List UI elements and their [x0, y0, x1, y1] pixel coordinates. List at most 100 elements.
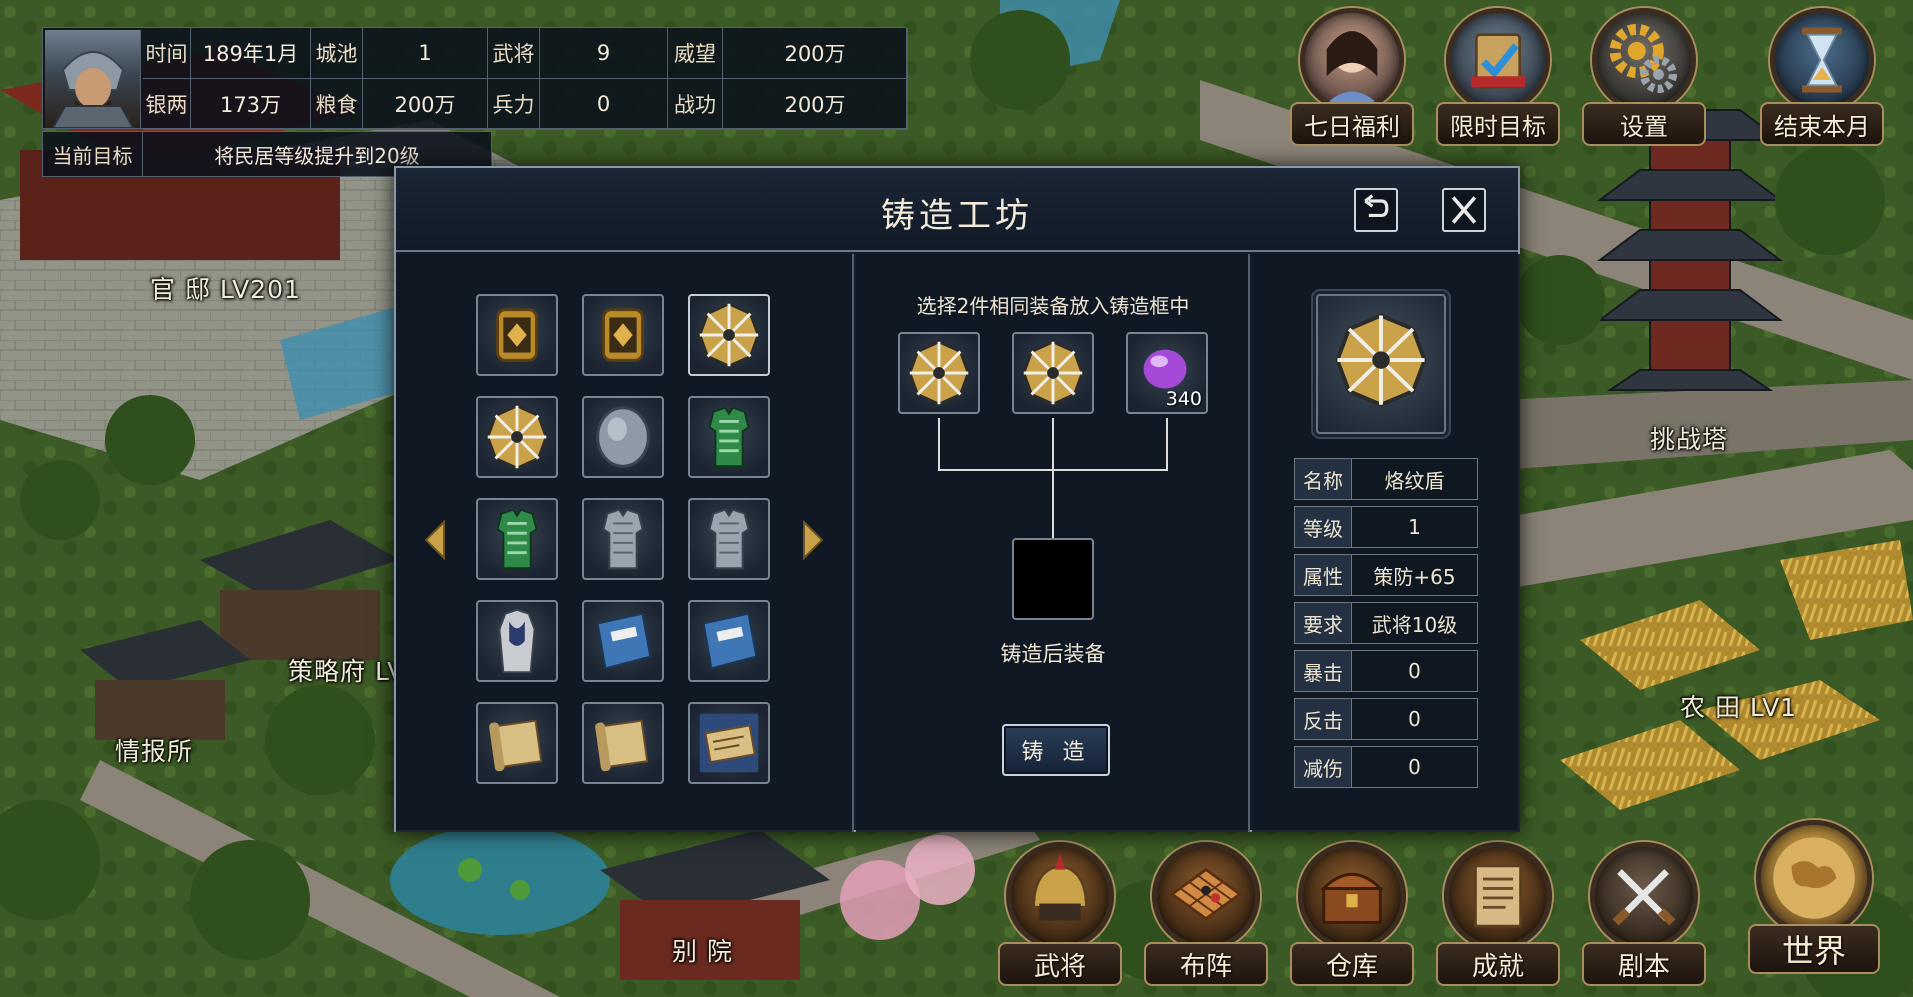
stat-label: 时间	[143, 28, 191, 79]
attribute-row: 要求 武将10级	[1294, 602, 1478, 644]
round-shield-icon	[596, 406, 650, 468]
stat-value: 200万	[363, 79, 488, 130]
inventory-slot-shield-selected[interactable]	[688, 294, 770, 376]
attribute-key: 名称	[1294, 458, 1352, 500]
forge-result-label: 铸造后装备	[1000, 642, 1106, 666]
inventory-slot-robe[interactable]	[476, 600, 558, 682]
inventory-slot-round-shield[interactable]	[582, 396, 664, 478]
attribute-key: 属性	[1294, 554, 1352, 596]
attribute-value: 0	[1352, 698, 1478, 740]
scenario-button[interactable]: 剧本	[1582, 842, 1706, 986]
scroll-icon	[489, 719, 543, 772]
octagon-shield-icon	[486, 404, 548, 470]
attribute-key: 减伤	[1294, 746, 1352, 788]
achievements-label: 成就	[1436, 942, 1560, 986]
attribute-key: 要求	[1294, 602, 1352, 644]
resource-status-panel: 时间 189年1月 城池 1 武将 9 威望 200万 银两 173万 粮食 200万 兵力 0 战功 200…	[42, 27, 908, 130]
stat-label: 银两	[143, 79, 191, 130]
gold-token-icon	[602, 308, 644, 362]
inventory-slot-iron-armor[interactable]	[582, 498, 664, 580]
forge-hint-text: 选择2件相同装备放入铸造框中	[916, 294, 1190, 318]
settings-button[interactable]: 设置	[1582, 8, 1706, 148]
formation-button[interactable]: 布阵	[1144, 842, 1268, 986]
inventory-slot-iron-armor[interactable]	[688, 498, 770, 580]
stat-label: 威望	[668, 28, 723, 79]
forge-input-slot-1[interactable]	[898, 332, 980, 414]
attribute-value: 武将10级	[1352, 602, 1478, 644]
inventory-slot-book[interactable]	[582, 600, 664, 682]
world-button[interactable]: 世界	[1748, 820, 1880, 974]
dialog-title: 铸造工坊	[881, 196, 1033, 236]
robe-icon	[498, 608, 536, 674]
octagon-shield-icon	[908, 340, 970, 406]
next-page-arrow-icon[interactable]	[800, 518, 826, 562]
selected-equipment-preview	[1316, 294, 1446, 434]
inventory-slot-token[interactable]	[582, 294, 664, 376]
stat-value: 200万	[723, 79, 908, 130]
stat-label: 战功	[668, 79, 723, 130]
map-label-bieyuan[interactable]: 别 院	[672, 932, 733, 968]
inventory-slot-scroll[interactable]	[476, 702, 558, 784]
attribute-value: 0	[1352, 650, 1478, 692]
previous-page-arrow-icon[interactable]	[422, 518, 448, 562]
close-button[interactable]	[1442, 188, 1486, 232]
green-armor-icon	[496, 508, 538, 570]
scroll-icon	[1444, 842, 1552, 950]
world-label: 世界	[1748, 924, 1880, 974]
world-map-icon	[1756, 820, 1872, 936]
inventory-slot-book[interactable]	[688, 600, 770, 682]
end-month-button[interactable]: 结束本月	[1760, 8, 1884, 148]
map-label-guandi[interactable]: 官 邸 LV201	[150, 270, 301, 306]
map-label-qingbaosuo[interactable]: 情报所	[115, 732, 193, 768]
achievements-button[interactable]: 成就	[1436, 842, 1560, 986]
forge-workshop-dialog: 铸造工坊 选择2件相同装备放入铸造框中 340 铸造后装备 铸 造 名称 烙纹盾…	[394, 166, 1520, 832]
blue-book-icon	[596, 612, 652, 670]
stat-label: 兵力	[488, 79, 540, 130]
back-button[interactable]	[1354, 188, 1398, 232]
attribute-key: 等级	[1294, 506, 1352, 548]
dialog-header: 铸造工坊	[396, 168, 1518, 252]
inventory-slot-token[interactable]	[476, 294, 558, 376]
attribute-row: 名称 烙纹盾	[1294, 458, 1478, 500]
treasure-chest-icon	[1298, 842, 1406, 950]
attribute-row: 反击 0	[1294, 698, 1478, 740]
formation-label: 布阵	[1144, 942, 1268, 986]
stat-value: 173万	[191, 79, 311, 130]
close-icon	[1451, 196, 1477, 224]
gear-icon	[1592, 8, 1696, 112]
forge-material-gem-slot[interactable]: 340	[1126, 332, 1208, 414]
iron-armor-icon	[602, 508, 644, 570]
stat-value: 0	[540, 79, 668, 130]
inventory-slot-green-armor[interactable]	[688, 396, 770, 478]
generals-label: 武将	[998, 942, 1122, 986]
stat-value: 9	[540, 28, 668, 79]
attribute-key: 反击	[1294, 698, 1352, 740]
warehouse-button[interactable]: 仓库	[1290, 842, 1414, 986]
attribute-value: 策防+65	[1352, 554, 1478, 596]
gem-count: 340	[1165, 388, 1202, 410]
green-armor-icon	[708, 406, 750, 468]
forge-input-slot-2[interactable]	[1012, 332, 1094, 414]
seven-day-welfare-button[interactable]: 七日福利	[1290, 8, 1414, 148]
inventory-slot-shield[interactable]	[476, 396, 558, 478]
stat-label: 武将	[488, 28, 540, 79]
inventory-slot-scroll-map[interactable]	[688, 702, 770, 784]
map-label-nongtian[interactable]: 农 田 LV1	[1680, 688, 1797, 724]
octagon-shield-icon	[1022, 340, 1084, 406]
attribute-row: 暴击 0	[1294, 650, 1478, 692]
map-label-tiaozhanta[interactable]: 挑战塔	[1650, 420, 1728, 456]
stat-value: 200万	[723, 28, 908, 79]
forge-result-slot[interactable]	[1012, 538, 1094, 620]
attribute-value: 0	[1352, 746, 1478, 788]
attribute-row: 属性 策防+65	[1294, 554, 1478, 596]
inventory-slot-scroll[interactable]	[582, 702, 664, 784]
inventory-slot-green-armor[interactable]	[476, 498, 558, 580]
iron-armor-icon	[708, 508, 750, 570]
hourglass-icon	[1770, 8, 1874, 112]
generals-button[interactable]: 武将	[998, 842, 1122, 986]
clipboard-icon	[1446, 8, 1550, 112]
forge-button[interactable]: 铸 造	[1002, 724, 1110, 776]
stat-label: 城池	[311, 28, 363, 79]
lord-avatar[interactable]	[45, 30, 141, 128]
limited-goal-button[interactable]: 限时目标	[1436, 8, 1560, 148]
